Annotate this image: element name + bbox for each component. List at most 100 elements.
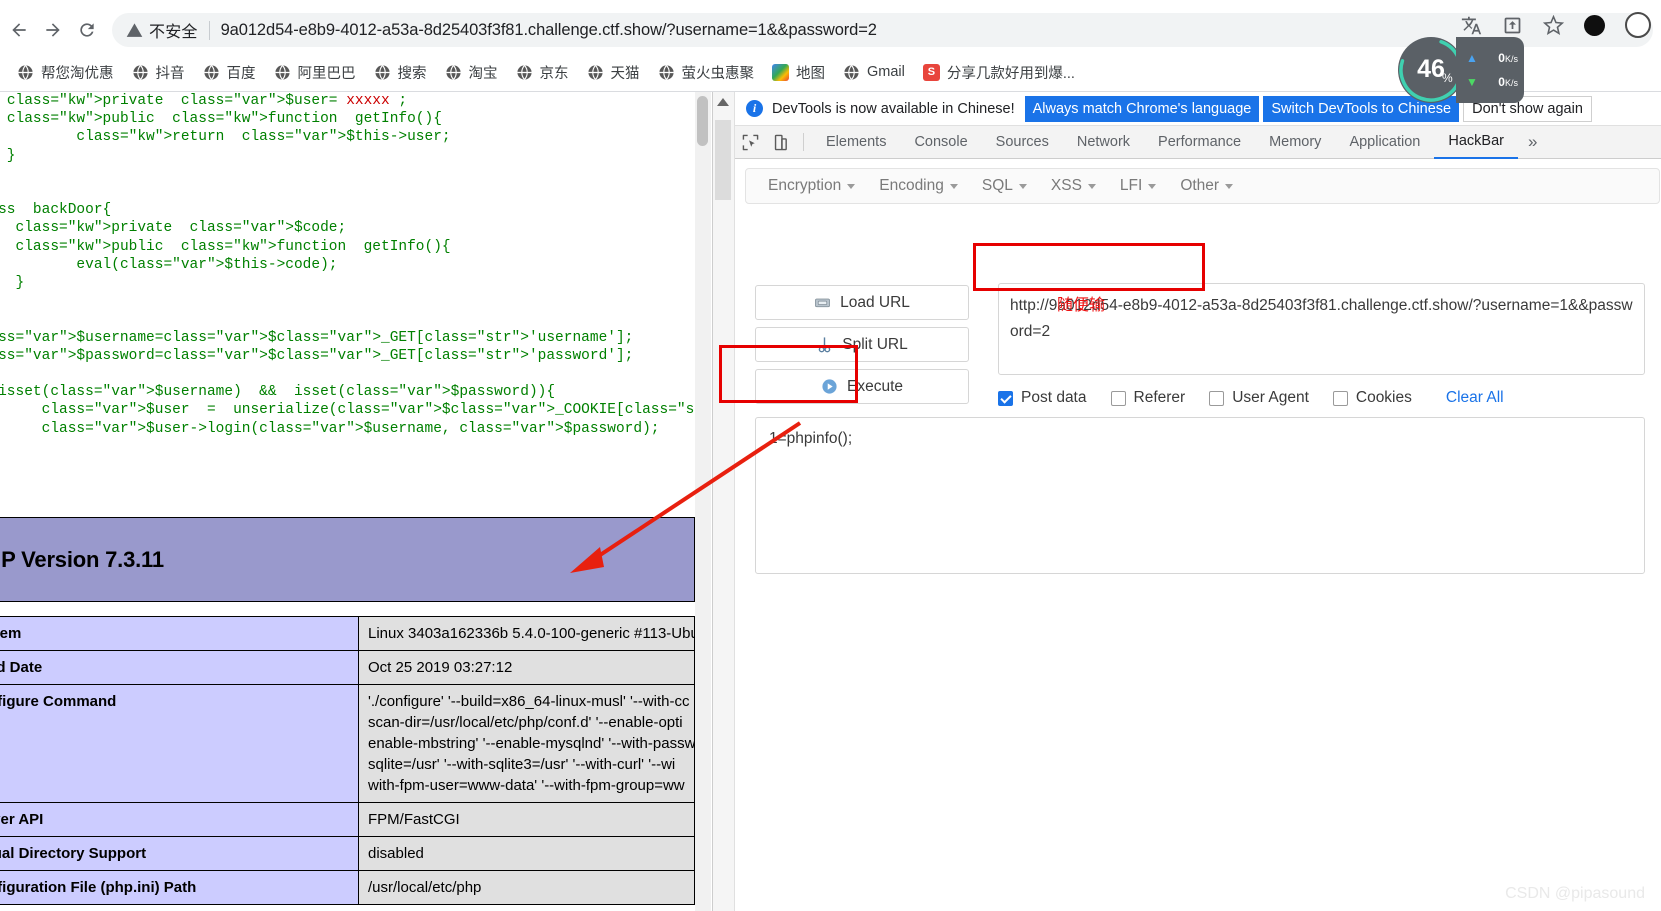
globe-icon [843, 63, 860, 81]
table-key: Server API [0, 802, 359, 837]
menu-sql[interactable]: SQL [970, 177, 1039, 195]
bookmark-item[interactable]: S 分享几款好用到爆... [914, 58, 1084, 87]
table-value: Linux 3403a162336b 5.4.0-100-generic #11… [358, 616, 695, 651]
maps-icon [772, 63, 789, 81]
tab-console[interactable]: Console [900, 126, 981, 159]
profile-avatar[interactable] [1625, 12, 1651, 38]
globe-icon [202, 63, 220, 81]
chevron-down-icon [847, 183, 856, 189]
table-value: disabled [358, 836, 695, 871]
chevron-down-icon [1087, 183, 1096, 189]
back-button[interactable] [2, 13, 36, 47]
bookmark-item[interactable]: 萤火虫惠聚 [649, 58, 764, 87]
devtools-scrollbar-thumb[interactable] [715, 120, 731, 200]
watermark: CSDN @pipasound [1505, 885, 1645, 902]
bookmark-label: 京东 [539, 65, 569, 82]
split-url-button[interactable]: Split URL [755, 327, 969, 362]
button-label: Split URL [842, 335, 908, 353]
toolbar-divider [803, 133, 804, 151]
checkbox-icon[interactable] [1332, 390, 1348, 406]
annotation-arrow [570, 421, 802, 573]
bookmark-item[interactable]: 搜索 [365, 58, 436, 87]
table-row: Virtual Directory Support disabled [0, 836, 695, 871]
tab-performance[interactable]: Performance [1144, 126, 1255, 159]
execute-button[interactable]: Execute [755, 369, 969, 404]
tab-hackbar[interactable]: HackBar [1434, 126, 1518, 159]
bookmark-label: 天猫 [610, 65, 640, 82]
devtools-tabbar: Elements Console Sources Network Perform… [735, 126, 1661, 159]
tab-network[interactable]: Network [1063, 126, 1144, 159]
bookmark-label: 萤火虫惠聚 [681, 65, 755, 82]
menu-encryption[interactable]: Encryption [756, 177, 867, 195]
bookmark-item[interactable]: 阿里巴巴 [265, 58, 365, 87]
bookmark-item[interactable]: 百度 [194, 58, 265, 87]
bookmark-label: 搜索 [397, 65, 427, 82]
reload-button[interactable] [70, 13, 104, 47]
omnibox-row: 不安全 9a012d54-e8b9-4012-a53a-8d25403f3f81… [0, 8, 1661, 52]
bookmark-star-icon[interactable] [1543, 14, 1564, 36]
menu-label: SQL [981, 177, 1013, 194]
bookmark-item[interactable]: 天猫 [578, 58, 649, 87]
checkbox-referer[interactable]: Referer [1110, 389, 1185, 407]
menu-xss[interactable]: XSS [1039, 177, 1108, 195]
bookmark-item[interactable]: 地图 [763, 58, 834, 87]
menu-encoding[interactable]: Encoding [867, 177, 970, 195]
bookmark-item[interactable]: 抖音 [123, 58, 194, 87]
table-key: Virtual Directory Support [0, 836, 359, 871]
device-toolbar-icon[interactable] [765, 127, 795, 157]
tab-sources[interactable]: Sources [982, 126, 1063, 159]
menu-other[interactable]: Other [1168, 177, 1245, 195]
page-scrollbar-thumb[interactable] [697, 96, 708, 146]
screenshot-root: 不安全 9a012d54-e8b9-4012-a53a-8d25403f3f81… [0, 0, 1661, 911]
more-tabs-icon[interactable]: » [1518, 132, 1547, 152]
bookmark-label: 百度 [226, 65, 256, 82]
checkbox-label: Post data [1021, 389, 1087, 406]
checkbox-icon[interactable] [1110, 390, 1126, 406]
forward-button[interactable] [36, 13, 70, 47]
inspect-element-icon[interactable] [735, 127, 765, 157]
chevron-down-icon [949, 183, 958, 189]
not-secure-icon [126, 22, 143, 39]
sougou-icon: S [922, 63, 940, 81]
translate-icon[interactable] [1461, 15, 1482, 36]
menu-label: Encoding [879, 177, 944, 194]
tab-strip [0, 0, 1661, 8]
menu-label: XSS [1050, 177, 1082, 194]
clear-all-link[interactable]: Clear All [1446, 389, 1504, 407]
menu-label: Other [1180, 177, 1220, 194]
banner-message: DevTools is now available in Chinese! [772, 100, 1015, 117]
table-row: Build Date Oct 25 2019 03:27:12 [0, 650, 695, 685]
globe-icon [373, 63, 391, 81]
bookmark-label: Gmail [867, 64, 905, 80]
dont-show-again-button[interactable]: Don't show again [1463, 95, 1592, 122]
share-icon[interactable] [1502, 15, 1523, 36]
bookmark-item[interactable]: 帮您淘优惠 [8, 58, 123, 87]
bookmark-label: 地图 [796, 65, 825, 82]
menu-label: Encryption [768, 177, 842, 194]
address-bar[interactable]: 不安全 9a012d54-e8b9-4012-a53a-8d25403f3f81… [112, 13, 1653, 47]
always-match-language-button[interactable]: Always match Chrome's language [1024, 95, 1260, 122]
chevron-down-icon [1148, 183, 1157, 189]
tab-application[interactable]: Application [1335, 126, 1434, 159]
checkbox-cookies[interactable]: Cookies [1332, 389, 1412, 407]
table-value: Oct 25 2019 03:27:12 [358, 650, 695, 685]
hackbar-post-data-input[interactable]: 1=phpinfo(); [755, 417, 1645, 574]
checkbox-post-data[interactable]: Post data [998, 389, 1087, 407]
checkbox-user-agent[interactable]: User Agent [1209, 389, 1309, 407]
opera-extension-icon[interactable] [1584, 14, 1605, 36]
bookmark-label: 阿里巴巴 [297, 65, 356, 82]
switch-to-chinese-button[interactable]: Switch DevTools to Chinese [1263, 95, 1460, 122]
scroll-up-arrow-icon[interactable] [717, 98, 729, 106]
globe-icon [586, 63, 604, 81]
bookmark-item[interactable]: Gmail [834, 60, 914, 85]
tab-memory[interactable]: Memory [1255, 126, 1335, 159]
bookmark-item[interactable]: 京东 [507, 58, 578, 87]
menu-lfi[interactable]: LFI [1108, 177, 1168, 195]
bookmark-item[interactable]: 淘宝 [436, 58, 507, 87]
checkbox-icon[interactable] [1209, 390, 1225, 406]
load-url-button[interactable]: Load URL [755, 285, 969, 320]
table-value: /usr/local/etc/php [358, 870, 695, 905]
button-label: Execute [846, 377, 903, 395]
tab-elements[interactable]: Elements [812, 126, 900, 159]
checkbox-icon[interactable] [998, 390, 1013, 406]
